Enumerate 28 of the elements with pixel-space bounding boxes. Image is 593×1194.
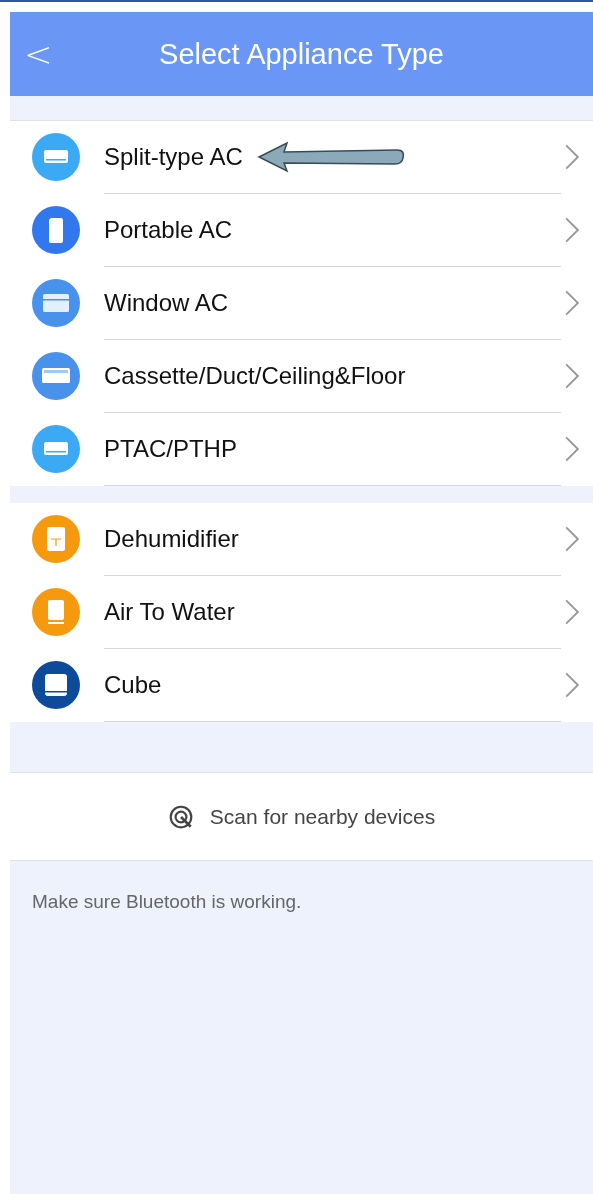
chevron-right-icon xyxy=(565,526,579,552)
screen-title: Select Appliance Type xyxy=(159,37,444,71)
appliance-name: Dehumidifier xyxy=(104,525,239,553)
appliance-item[interactable]: Cassette/Duct/Ceiling&Floor xyxy=(10,340,593,413)
chevron-right-icon xyxy=(565,217,579,243)
chevron-right-icon xyxy=(565,144,579,170)
appliance-item[interactable]: Dehumidifier xyxy=(10,503,593,576)
bluetooth-hint: Make sure Bluetooth is working. xyxy=(32,891,303,913)
appliance-name: Portable AC xyxy=(104,216,233,244)
chevron-right-icon xyxy=(565,672,579,698)
appliance-name: Split-type AC xyxy=(104,143,243,171)
appliance-item[interactable]: Air To Water xyxy=(10,576,593,649)
appliance-item[interactable]: Split-type AC xyxy=(10,121,593,194)
chevron-right-icon xyxy=(565,436,579,462)
appliance-item[interactable]: PTAC/PTHP xyxy=(10,413,593,486)
appliance-name: Air To Water xyxy=(104,598,235,626)
appliance-item[interactable]: Cube xyxy=(10,649,593,722)
appliance-name: PTAC/PTHP xyxy=(104,435,237,463)
scan-icon xyxy=(167,803,194,830)
chevron-right-icon xyxy=(565,290,579,316)
appliance-item[interactable]: Portable AC xyxy=(10,194,593,267)
appliance-name: Cube xyxy=(104,671,162,699)
scan-button[interactable]: Scan for nearby devices xyxy=(10,773,593,861)
appliance-item[interactable]: Window AC xyxy=(10,267,593,340)
appliance-name: Cassette/Duct/Ceiling&Floor xyxy=(104,362,406,390)
appliance-name: Window AC xyxy=(104,289,229,317)
chevron-right-icon xyxy=(565,599,579,625)
chevron-right-icon xyxy=(565,363,579,389)
